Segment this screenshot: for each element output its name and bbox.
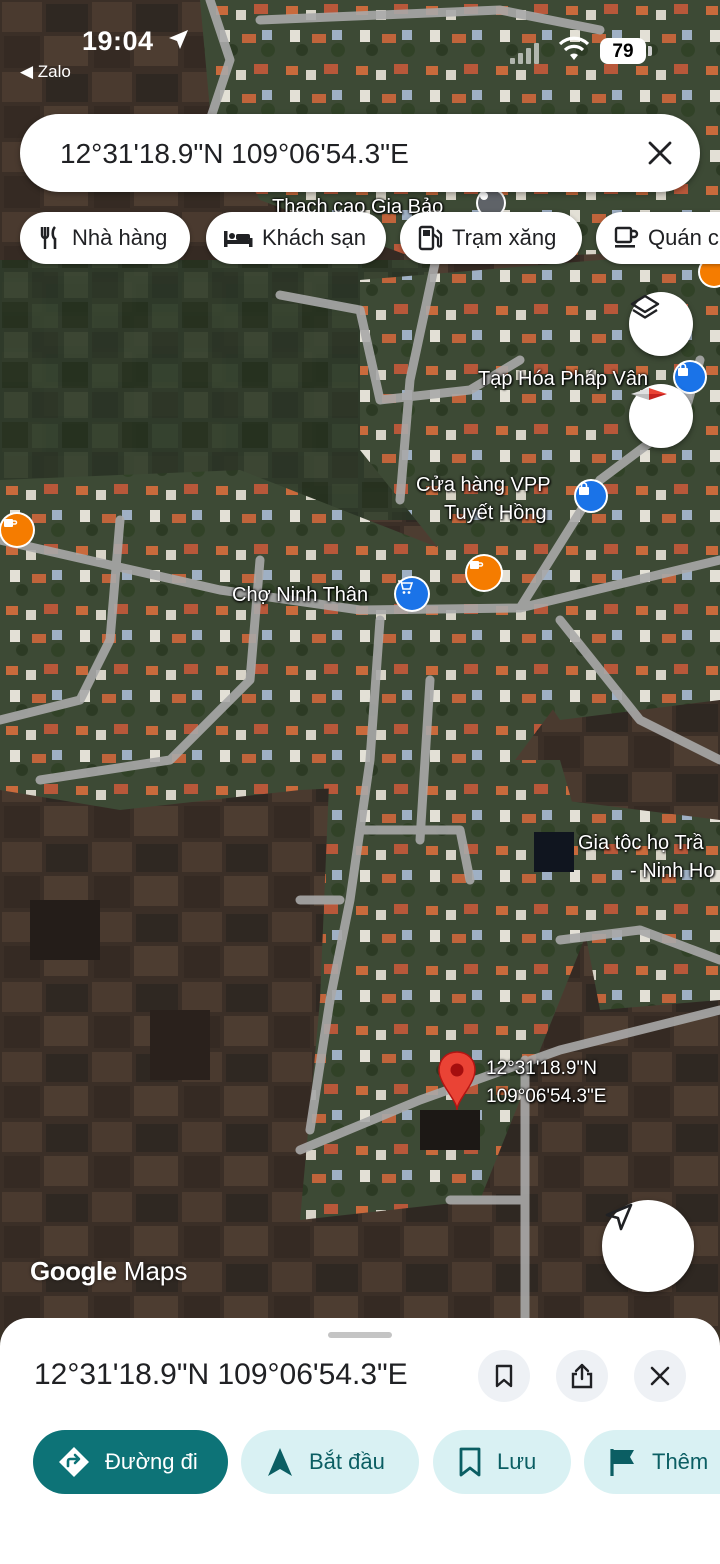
- poi-label-family-line2[interactable]: - Ninh Ho: [630, 860, 714, 883]
- compass-button[interactable]: [629, 384, 693, 448]
- more-label: Thêm: [652, 1449, 709, 1474]
- chip-restaurants[interactable]: Nhà hàng: [20, 212, 190, 264]
- close-icon: [650, 1366, 670, 1386]
- poi-label-family-line1[interactable]: Gia tộc họ Trầ: [578, 832, 704, 855]
- save-label: Lưu: [497, 1449, 537, 1474]
- chip-label: Quán c: [648, 225, 719, 250]
- google-wordmark: Google: [30, 1256, 117, 1286]
- pin-label-longitude: 109°06'54.3"E: [486, 1086, 607, 1107]
- cafe-poi-icon[interactable]: [1, 514, 33, 546]
- start-button[interactable]: Bắt đầu: [241, 1430, 419, 1494]
- bookmark-icon: [495, 1364, 513, 1388]
- navigation-arrow-icon: [605, 1203, 633, 1231]
- battery-tip: [648, 46, 652, 56]
- restaurant-icon: [40, 226, 57, 249]
- directions-icon: [59, 1447, 89, 1477]
- chip-label: Trạm xăng: [452, 225, 557, 250]
- poi-label-grocery[interactable]: Tạp Hóa Pháp Vân: [478, 368, 648, 391]
- cafe-poi-icon[interactable]: [467, 556, 501, 590]
- sheet-drag-handle[interactable]: [328, 1332, 392, 1338]
- google-maps-logo: Google Maps: [30, 1256, 187, 1287]
- map-layers-button[interactable]: [629, 292, 693, 356]
- shopping-bag-icon[interactable]: [576, 481, 606, 511]
- satellite-map[interactable]: Thạch cao Gia Bảo Tạp Hóa Pháp Vân Cửa h…: [0, 0, 720, 1330]
- category-chips: Nhà hàng Khách sạn Trạm xăng Quán c: [20, 212, 720, 266]
- my-location-button[interactable]: [602, 1200, 694, 1292]
- close-icon[interactable]: [646, 139, 674, 167]
- shopping-cart-icon[interactable]: [396, 578, 428, 610]
- chip-label: Khách sạn: [262, 225, 366, 250]
- search-bar[interactable]: 12°31'18.9"N 109°06'54.3"E: [20, 114, 700, 192]
- back-to-app-link[interactable]: ◀ Zalo: [20, 62, 71, 82]
- poi-label-stationery-line2[interactable]: Tuyết Hồng: [444, 502, 547, 525]
- start-label: Bắt đầu: [309, 1449, 385, 1474]
- dropped-pin-icon[interactable]: [436, 1050, 478, 1112]
- place-bottom-sheet: 12°31'18.9"N 109°06'54.3"E Đường đi Bắt …: [0, 1318, 720, 1564]
- more-button[interactable]: Thêm: [584, 1430, 720, 1494]
- close-sheet-button[interactable]: [634, 1350, 686, 1402]
- chip-hotels[interactable]: Khách sạn: [206, 212, 386, 264]
- location-services-icon: [169, 30, 188, 49]
- shopping-bag-icon[interactable]: [675, 362, 705, 392]
- save-action-button[interactable]: Lưu: [433, 1430, 571, 1494]
- pin-label-latitude: 12°31'18.9"N: [486, 1058, 597, 1079]
- gas-station-icon: [418, 225, 443, 251]
- flag-icon: [610, 1449, 634, 1476]
- battery-level: 79: [600, 38, 646, 64]
- share-icon: [571, 1363, 593, 1389]
- cellular-signal-icon: [510, 43, 539, 64]
- search-input[interactable]: 12°31'18.9"N 109°06'54.3"E: [60, 138, 409, 170]
- chip-gas-stations[interactable]: Trạm xăng: [400, 212, 582, 264]
- chip-cafes[interactable]: Quán c: [596, 212, 720, 264]
- place-title: 12°31'18.9"N 109°06'54.3"E: [34, 1358, 408, 1391]
- save-button[interactable]: [478, 1350, 530, 1402]
- hotel-icon: [224, 231, 253, 247]
- navigation-arrow-icon: [268, 1448, 292, 1476]
- status-bar: 19:04 ◀ Zalo 79: [0, 0, 720, 100]
- layers-icon: [630, 294, 660, 319]
- poi-label-stationery-line1[interactable]: Cửa hàng VPP: [416, 474, 551, 497]
- maps-wordmark: Maps: [123, 1256, 188, 1286]
- compass-icon: [631, 388, 667, 400]
- directions-button[interactable]: Đường đi: [33, 1430, 228, 1494]
- bookmark-icon: [459, 1447, 481, 1477]
- wifi-icon: [558, 36, 590, 60]
- chip-label: Nhà hàng: [72, 225, 168, 250]
- poi-label-market[interactable]: Chợ Ninh Thân: [232, 584, 368, 607]
- directions-label: Đường đi: [105, 1449, 198, 1474]
- status-time: 19:04: [82, 26, 154, 56]
- share-button[interactable]: [556, 1350, 608, 1402]
- cafe-icon: [614, 226, 639, 248]
